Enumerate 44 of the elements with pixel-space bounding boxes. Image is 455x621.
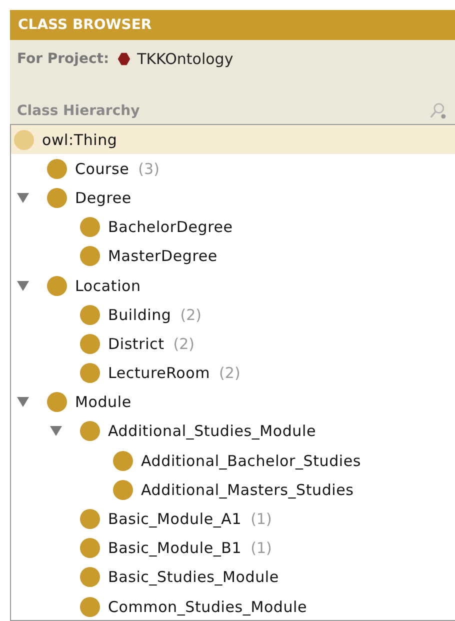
class-name: Degree — [75, 188, 132, 207]
class-name: Additional_Bachelor_Studies — [141, 452, 362, 470]
instance-count: (1) — [250, 539, 272, 558]
tree-item[interactable]: Additional_Bachelor_Studies — [11, 446, 455, 476]
tree-item[interactable]: Basic_Module_B1 (1) — [11, 534, 455, 563]
class-name: Basic_Module_A1 — [108, 510, 242, 528]
class-name: BachelorDegree — [108, 218, 233, 236]
tree-item[interactable]: District (2) — [11, 329, 455, 358]
instance-count: (3) — [138, 160, 160, 178]
tree-item[interactable]: Basic_Module_A1 (1) — [11, 504, 455, 534]
tree-item[interactable]: BachelorDegree — [11, 212, 455, 242]
project-name: TKKOntology — [137, 50, 234, 68]
class-name: Basic_Module_B1 — [108, 539, 242, 558]
class-name: Common_Studies_Module — [108, 598, 308, 616]
class-name: MasterDegree — [108, 247, 218, 266]
class-name: Building — [108, 306, 172, 324]
tree-item[interactable]: Location — [11, 270, 455, 300]
project-label: For Project: — [17, 51, 110, 67]
tree-item[interactable]: Additional_Masters_Studies — [11, 475, 455, 504]
tree-item[interactable]: Common_Studies_Module — [11, 592, 455, 620]
tree-item[interactable]: Additional_Studies_Module — [11, 416, 455, 446]
instance-count: (2) — [173, 334, 195, 353]
class-name: Location — [75, 276, 141, 295]
class-name: owl:Thing — [42, 130, 118, 149]
tree-item[interactable]: Course (3) — [11, 154, 455, 184]
hierarchy-title: Class Hierarchy — [17, 103, 140, 119]
class-name: Course — [75, 160, 130, 178]
class-name: Basic_Studies_Module — [108, 568, 279, 586]
panel-title: CLASS BROWSER — [18, 17, 152, 33]
class-name: Module — [75, 393, 132, 412]
tree-item[interactable]: owl:Thing — [11, 125, 455, 154]
tree-item[interactable]: Basic_Studies_Module — [11, 562, 455, 592]
instance-count: (1) — [250, 510, 272, 528]
tree-item[interactable]: LectureRoom (2) — [11, 358, 455, 388]
tree-item[interactable]: Building (2) — [11, 300, 455, 330]
class-name: District — [108, 334, 164, 353]
tree-item[interactable]: MasterDegree — [11, 242, 455, 271]
instance-count: (2) — [180, 306, 202, 324]
tree-item[interactable]: Degree — [11, 183, 455, 213]
class-name: Additional_Masters_Studies — [141, 480, 354, 499]
instance-count: (2) — [219, 364, 240, 382]
class-name: Additional_Studies_Module — [108, 422, 316, 440]
tree-item[interactable]: Module — [11, 388, 455, 417]
class-name: LectureRoom — [108, 364, 210, 382]
